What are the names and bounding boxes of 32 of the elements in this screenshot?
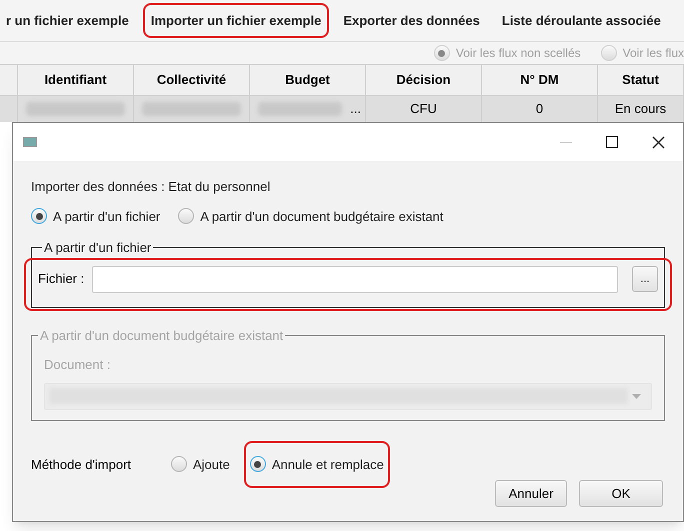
field-label: Document : <box>44 356 112 374</box>
column-header[interactable]: Collectivité <box>134 65 250 95</box>
source-radio[interactable]: A partir d'un document budgétaire existant <box>178 206 444 226</box>
menu-item[interactable]: r un fichier exemple <box>0 4 135 36</box>
method-radio[interactable]: Annule et remplace <box>246 442 388 486</box>
app-icon <box>23 137 37 147</box>
group-legend: A partir d'un document budgétaire existant <box>38 326 286 345</box>
column-header[interactable]: Budget <box>250 65 366 95</box>
table-cell-text: 0 <box>536 100 544 118</box>
method-radio[interactable]: Ajoute <box>171 454 230 474</box>
file-field[interactable] <box>92 266 618 292</box>
field-label: Fichier : <box>38 270 84 288</box>
dialog-button[interactable]: OK <box>579 480 663 507</box>
table-cell-text: En cours <box>614 100 666 118</box>
dialog-button[interactable]: Annuler <box>495 480 567 507</box>
browse-button[interactable]: ... <box>632 266 658 292</box>
dialog-heading: Importer des données : Etat du personnel <box>31 178 272 196</box>
menu-item[interactable]: Exporter des données <box>337 4 486 36</box>
maximize-icon[interactable] <box>606 136 618 148</box>
menu-item[interactable]: Importer un fichier exemple <box>144 4 328 36</box>
column-header[interactable]: Identifiant <box>18 65 134 95</box>
column-header[interactable]: Statut <box>598 65 684 95</box>
close-icon[interactable] <box>652 136 665 148</box>
method-label: Méthode d'import <box>31 456 132 474</box>
column-header[interactable]: Décision <box>366 65 482 95</box>
menu-item[interactable]: Liste déroulante associée <box>496 4 667 36</box>
table-cell-text: ... <box>350 100 362 118</box>
source-radio[interactable]: A partir d'un fichier <box>31 206 160 226</box>
group-legend: A partir d'un fichier <box>42 238 154 258</box>
table-cell-text: CFU <box>410 100 437 118</box>
column-header[interactable]: N° DM <box>482 65 598 95</box>
dropdown-arrow-icon <box>632 394 641 398</box>
